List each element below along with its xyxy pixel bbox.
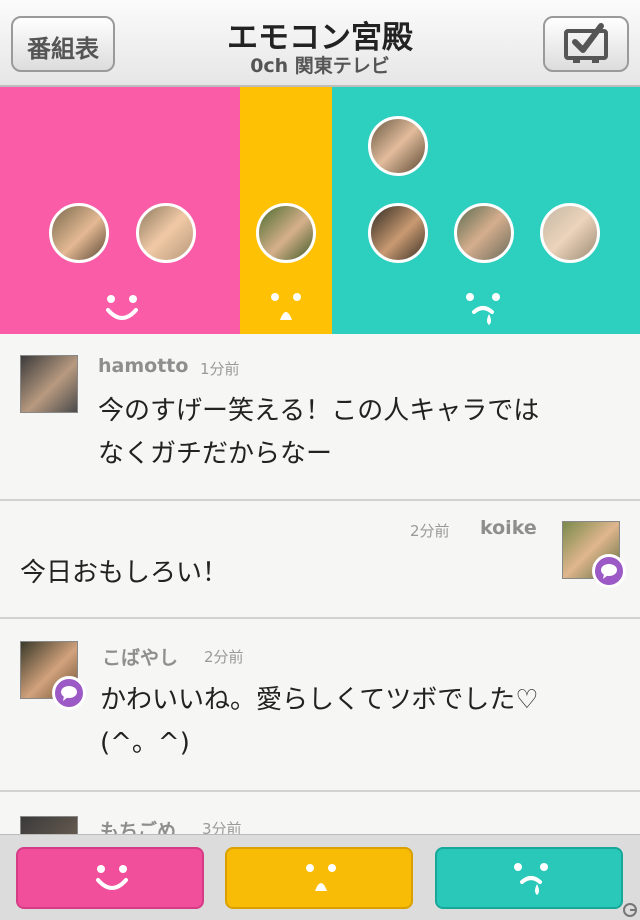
username[interactable]: こばやし [102, 643, 178, 670]
happy-face-icon [96, 865, 128, 890]
timestamp: 2分前 [204, 648, 244, 666]
channel-subtitle: 0ch 関東テレビ [250, 55, 390, 77]
avatar[interactable] [368, 203, 428, 263]
avatar[interactable] [20, 816, 78, 834]
timestamp: 3分前 [202, 820, 242, 834]
happy-mood-panel [0, 87, 240, 334]
happy-button[interactable] [16, 847, 204, 909]
avatar[interactable] [454, 203, 514, 263]
happy-face-icon [106, 295, 138, 320]
mood-button-bar [0, 834, 640, 920]
post-text-line: 今日おもしろい！ [20, 558, 229, 588]
navigation-bar: 番組表 エモコン宮殿 0ch 関東テレビ [0, 0, 640, 87]
avatar[interactable] [368, 116, 428, 176]
avatar[interactable] [49, 203, 109, 263]
program-guide-label: 番組表 [27, 35, 99, 63]
sad-button[interactable] [435, 847, 623, 909]
sad-mood-panel [332, 87, 640, 334]
list-item[interactable]: こばやし 2分前 かわいいね。愛らしくてツボでした♡ (^。^) [0, 619, 640, 792]
post-text-line: かわいいね。愛らしくてツボでした♡ [100, 685, 539, 715]
timestamp: 1分前 [200, 360, 240, 378]
post-text-line: 今のすげー笑える！この人キャラでは [98, 396, 540, 426]
avatar[interactable] [136, 203, 196, 263]
username[interactable]: もちごめ [100, 816, 176, 834]
list-item[interactable]: hamotto 1分前 今のすげー笑える！この人キャラでは なくガチだからなー [0, 334, 640, 501]
surprised-mood-panel [240, 87, 332, 334]
comment-bubble-icon [52, 676, 86, 710]
username[interactable]: koike [480, 517, 537, 539]
tv-check-icon [564, 23, 608, 63]
post-text-line: なくガチだからなー [98, 439, 333, 469]
watermark-logo-icon [623, 903, 637, 917]
timestamp: 2分前 [410, 522, 450, 540]
avatar[interactable] [540, 203, 600, 263]
sad-face-icon [466, 293, 500, 325]
surprised-face-icon [271, 293, 301, 320]
tv-check-button[interactable] [543, 16, 629, 72]
sad-face-icon [514, 863, 548, 895]
mood-panels [0, 87, 640, 334]
list-item[interactable]: 2分前 koike 今日おもしろい！ [0, 501, 640, 619]
surprised-face-icon [306, 864, 336, 891]
surprised-button[interactable] [225, 847, 413, 909]
list-item[interactable]: もちごめ 3分前 [0, 792, 640, 834]
avatar[interactable] [256, 203, 316, 263]
avatar[interactable] [20, 355, 78, 413]
post-text-line: (^。^) [100, 728, 190, 758]
program-guide-button[interactable]: 番組表 [11, 16, 115, 72]
comment-bubble-icon [592, 554, 626, 588]
username[interactable]: hamotto [98, 355, 188, 377]
